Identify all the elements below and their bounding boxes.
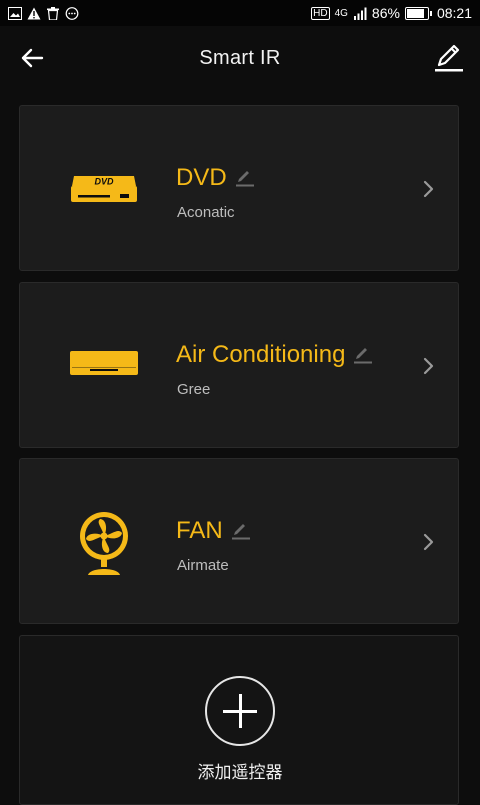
chevron-right-icon: [423, 533, 434, 551]
trash-icon: [47, 6, 59, 20]
dvd-player-icon: DVD: [71, 176, 137, 202]
device-name-text: Air Conditioning: [176, 341, 346, 368]
add-remote-label[interactable]: 添加遥控器: [20, 758, 460, 783]
pencil-icon[interactable]: [432, 40, 466, 74]
pencil-icon[interactable]: [231, 521, 251, 541]
network-type: 4G: [334, 7, 348, 19]
battery-percent: 86%: [371, 5, 400, 21]
device-name: Air Conditioning: [176, 341, 373, 369]
device-name-text: DVD: [176, 164, 227, 191]
chevron-right-icon: [423, 357, 434, 375]
device-name: DVD: [176, 164, 255, 192]
add-remote-card: 添加遥控器: [19, 635, 459, 805]
device-card-dvd[interactable]: DVD DVD Aconatic: [19, 105, 459, 271]
image-icon: [8, 6, 22, 20]
battery-icon: [404, 6, 432, 20]
device-name: FAN: [176, 517, 251, 545]
page-title: Smart IR: [199, 46, 281, 69]
device-brand: Airmate: [177, 557, 229, 574]
fan-icon: [80, 512, 128, 575]
plus-icon[interactable]: [205, 676, 275, 746]
app-header: Smart IR: [0, 26, 480, 90]
arrow-left-icon[interactable]: [18, 44, 46, 72]
chevron-right-icon: [423, 180, 434, 198]
device-card-fan[interactable]: FAN Airmate: [19, 458, 459, 624]
svg-text:DVD: DVD: [94, 177, 114, 187]
status-bar: HD 4G 86% 08:21: [0, 0, 480, 26]
device-card-air-conditioning[interactable]: Air Conditioning Gree: [19, 282, 459, 448]
air-conditioner-icon: [70, 351, 138, 375]
device-brand: Gree: [177, 381, 211, 398]
pencil-icon[interactable]: [353, 345, 373, 365]
warning-icon: [27, 7, 41, 19]
clock: 08:21: [436, 5, 472, 21]
device-brand: Aconatic: [177, 204, 235, 221]
more-circle-icon: [65, 6, 79, 20]
signal-icon: [353, 7, 367, 20]
device-name-text: FAN: [176, 517, 223, 544]
status-bar-notifications: [0, 6, 79, 20]
pencil-icon[interactable]: [235, 168, 255, 188]
status-bar-system: HD 4G 86% 08:21: [311, 5, 480, 21]
hd-badge: HD: [311, 6, 330, 20]
